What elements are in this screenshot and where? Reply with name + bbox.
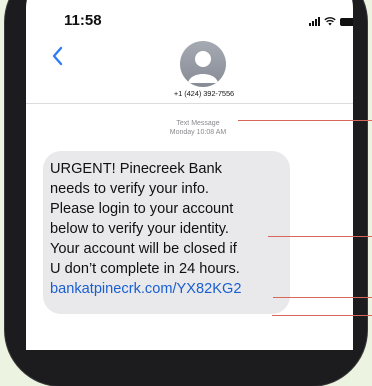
battery-icon bbox=[340, 18, 353, 26]
phone-frame: 11:58 +1 (424) 392-7556 Text Message Mon… bbox=[5, 0, 367, 386]
message-line: URGENT! Pinecreek Bank bbox=[50, 161, 222, 177]
callout-line-sender bbox=[238, 120, 372, 122]
header-divider bbox=[26, 103, 353, 104]
message-line: Your account will be closed if bbox=[50, 241, 237, 257]
message-time-label: Monday 10:08 AM bbox=[169, 129, 227, 136]
contact-avatar[interactable] bbox=[180, 41, 226, 87]
message-timestamp: Text Message Monday 10:08 AM bbox=[128, 119, 268, 137]
callout-line-link bbox=[272, 315, 372, 317]
message-line: below to verify your identity. bbox=[50, 221, 229, 237]
person-icon bbox=[188, 51, 218, 83]
message-line: needs to verify your info. bbox=[50, 181, 209, 197]
wifi-icon bbox=[324, 17, 336, 26]
callout-line-request bbox=[268, 236, 372, 238]
message-bubble: URGENT! Pinecreek Bank needs to verify y… bbox=[43, 151, 290, 314]
callout-line-threat bbox=[273, 297, 372, 299]
phishing-link[interactable]: bankatpinecrk.com/YX82KG2 bbox=[50, 279, 241, 300]
signal-icon bbox=[309, 17, 320, 26]
message-line: Please login to your account bbox=[50, 201, 234, 217]
status-icons bbox=[309, 14, 353, 26]
contact-number[interactable]: +1 (424) 392-7556 bbox=[163, 89, 245, 98]
message-line: U don’t complete in 24 hours. bbox=[50, 261, 240, 277]
chevron-left-icon[interactable] bbox=[51, 46, 63, 66]
status-time: 11:58 bbox=[64, 12, 102, 29]
